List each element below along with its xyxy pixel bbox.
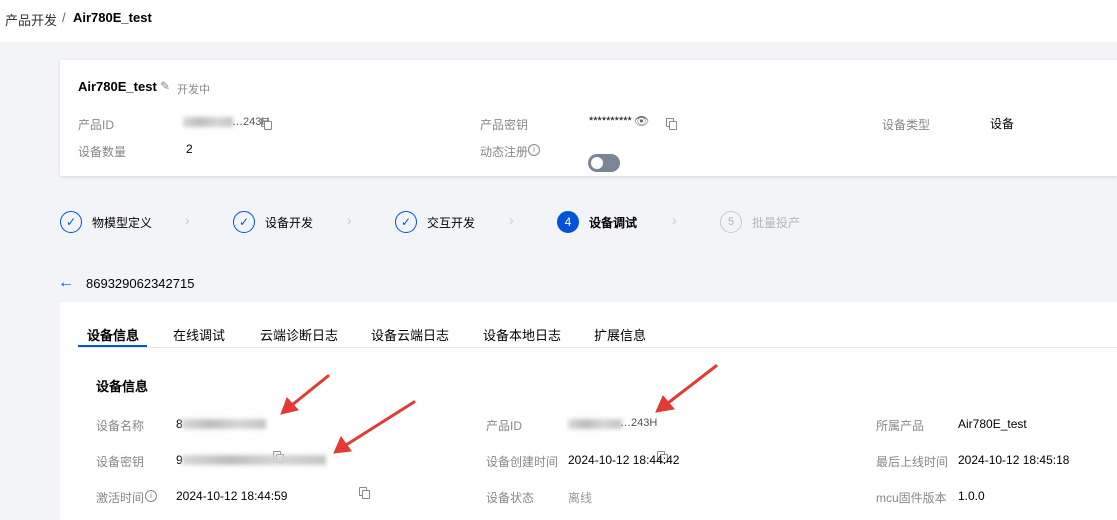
annotation-arrows [280, 364, 718, 454]
annotation-arrowhead [655, 395, 675, 413]
annotation-arrow-product-id [666, 364, 718, 405]
annotation-arrow-device-name [290, 374, 330, 407]
annotation-arrow-device-secret [344, 400, 416, 447]
